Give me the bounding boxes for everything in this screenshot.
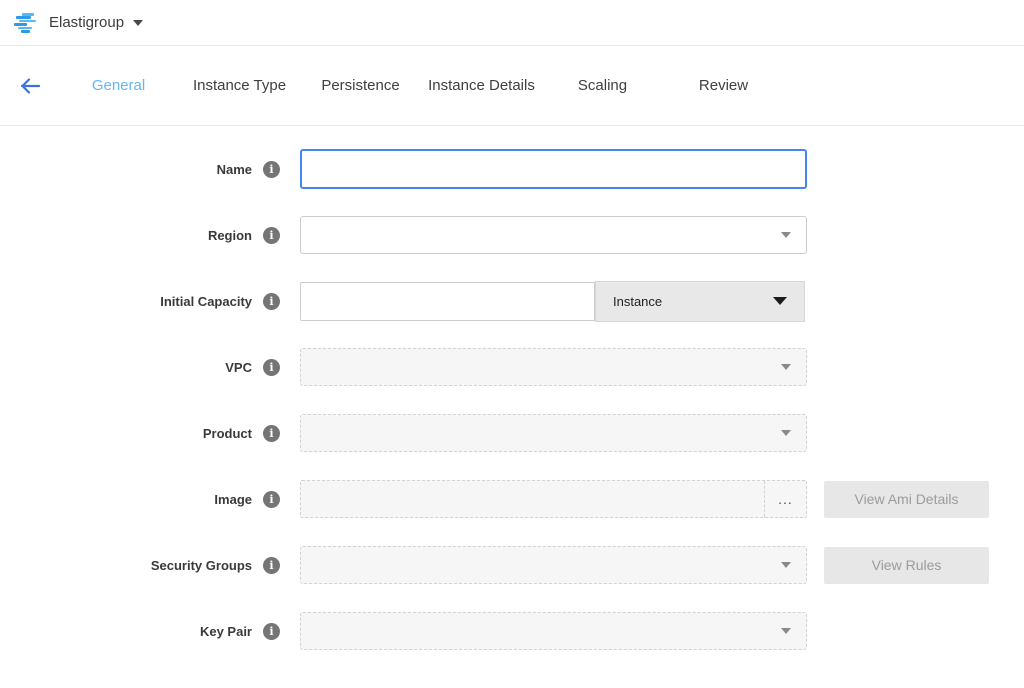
view-rules-button[interactable]: View Rules: [824, 547, 989, 584]
arrow-left-icon: [18, 77, 40, 95]
view-ami-details-button[interactable]: View Ami Details: [824, 481, 989, 518]
tab-scaling[interactable]: Scaling: [542, 77, 663, 94]
key-pair-label: Key Pair: [0, 624, 252, 639]
initial-capacity-input[interactable]: [300, 282, 595, 321]
chevron-down-icon: [781, 628, 791, 634]
capacity-unit-value: Instance: [613, 294, 662, 309]
tab-review[interactable]: Review: [663, 77, 784, 94]
elastigroup-logo-icon: [14, 12, 38, 33]
field-row-name: Name: [0, 149, 1024, 189]
security-groups-select[interactable]: [300, 546, 807, 584]
app-switcher-label[interactable]: Elastigroup: [49, 14, 124, 31]
field-row-vpc: VPC: [0, 347, 1024, 387]
security-groups-label: Security Groups: [0, 558, 252, 573]
chevron-down-icon: [781, 430, 791, 436]
product-label: Product: [0, 426, 252, 441]
vpc-select[interactable]: [300, 348, 807, 386]
info-icon[interactable]: [263, 359, 280, 376]
chevron-down-icon: [781, 232, 791, 238]
key-pair-select[interactable]: [300, 612, 807, 650]
field-row-key-pair: Key Pair: [0, 611, 1024, 651]
chevron-down-icon: [781, 364, 791, 370]
field-row-region: Region: [0, 215, 1024, 255]
info-icon[interactable]: [263, 161, 280, 178]
field-row-image: Image ... View Ami Details: [0, 479, 1024, 519]
topbar: Elastigroup: [0, 0, 1024, 46]
tab-instance-details[interactable]: Instance Details: [421, 77, 542, 94]
field-row-security-groups: Security Groups View Rules: [0, 545, 1024, 585]
info-icon[interactable]: [263, 557, 280, 574]
product-select[interactable]: [300, 414, 807, 452]
chevron-down-icon: [781, 562, 791, 568]
info-icon[interactable]: [263, 491, 280, 508]
back-button[interactable]: [0, 77, 58, 95]
tab-general[interactable]: General: [58, 77, 179, 94]
chevron-down-icon[interactable]: [133, 20, 143, 26]
image-browse-button[interactable]: ...: [764, 481, 806, 517]
field-row-initial-capacity: Initial Capacity Instance: [0, 281, 1024, 321]
region-select[interactable]: [300, 216, 807, 254]
capacity-unit-select[interactable]: Instance: [595, 281, 805, 322]
info-icon[interactable]: [263, 623, 280, 640]
region-label: Region: [0, 228, 252, 243]
info-icon[interactable]: [263, 227, 280, 244]
initial-capacity-label: Initial Capacity: [0, 294, 252, 309]
vpc-label: VPC: [0, 360, 252, 375]
name-input[interactable]: [300, 149, 807, 189]
image-label: Image: [0, 492, 252, 507]
general-settings-form: Name Region Initial Capacity Instance: [0, 126, 1024, 651]
name-label: Name: [0, 162, 252, 177]
image-picker[interactable]: ...: [300, 480, 807, 518]
wizard-tab-bar: General Instance Type Persistence Instan…: [0, 46, 1024, 126]
tab-instance-type[interactable]: Instance Type: [179, 77, 300, 94]
field-row-product: Product: [0, 413, 1024, 453]
chevron-down-icon: [773, 297, 787, 305]
image-picker-value: [301, 481, 764, 517]
tab-persistence[interactable]: Persistence: [300, 77, 421, 94]
info-icon[interactable]: [263, 425, 280, 442]
info-icon[interactable]: [263, 293, 280, 310]
